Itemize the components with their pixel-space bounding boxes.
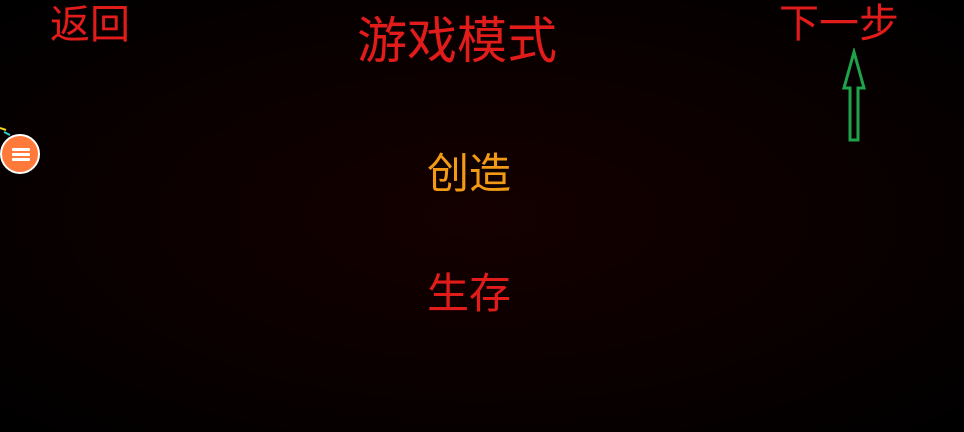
page-title: 游戏模式 — [357, 12, 557, 70]
floating-menu-button[interactable] — [0, 134, 40, 174]
next-button[interactable]: 下一步 — [779, 4, 899, 44]
back-button[interactable]: 返回 — [50, 5, 130, 45]
menu-icon — [12, 148, 30, 162]
floating-menu-accent — [0, 127, 11, 136]
arrow-up-icon — [842, 48, 866, 142]
game-mode-screen: 返回 游戏模式 下一步 创造 生存 — [0, 0, 964, 432]
mode-option-creative[interactable]: 创造 — [427, 153, 511, 195]
mode-option-survival[interactable]: 生存 — [427, 273, 511, 315]
